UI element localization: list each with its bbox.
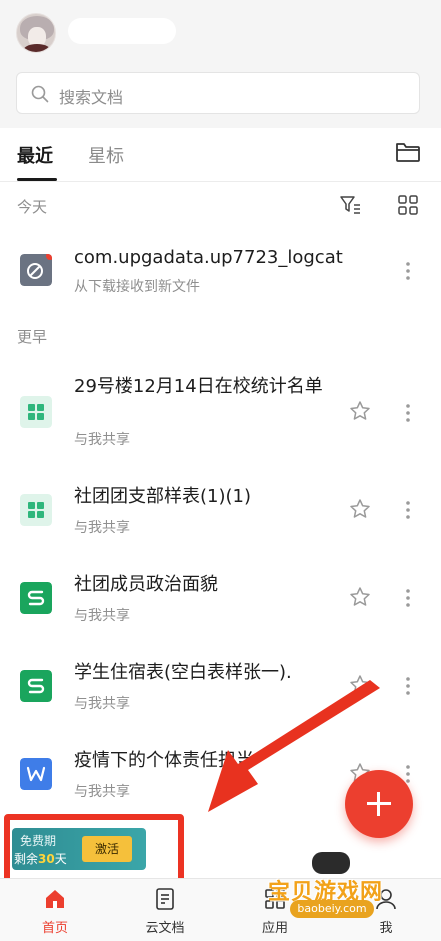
trial-remaining: 剩余30天	[14, 852, 67, 866]
home-icon	[46, 890, 64, 908]
username-redacted	[68, 18, 176, 44]
grid-view-icon[interactable]	[397, 194, 419, 216]
more-icon[interactable]	[402, 402, 414, 424]
word-doc-icon	[20, 758, 52, 790]
file-title: 29号楼12月14日在校统计名单	[74, 376, 323, 397]
star-icon[interactable]	[349, 586, 371, 608]
trial-label: 免费期	[20, 834, 57, 848]
tab-bar: 最近 星标	[0, 128, 441, 182]
file-title: 社团成员政治面貌	[74, 574, 218, 595]
spreadsheet-icon	[20, 582, 52, 614]
log-file-icon	[20, 254, 52, 286]
header: 搜索文档	[0, 0, 441, 128]
nav-home[interactable]: 首页	[0, 879, 110, 941]
file-subtitle: 与我共享	[74, 784, 130, 800]
search-placeholder: 搜索文档	[59, 88, 124, 107]
nav-cloud-docs[interactable]: 云文档	[110, 879, 220, 941]
nav-label: 云文档	[145, 921, 185, 936]
search-bar[interactable]: 搜索文档	[16, 72, 420, 114]
file-row[interactable]: 29号楼12月14日在校统计名单 与我共享	[0, 366, 441, 458]
site-watermark: 宝贝游戏网 baobeiy.com	[262, 848, 412, 928]
filter-icon[interactable]	[339, 194, 361, 216]
file-subtitle: 与我共享	[74, 696, 130, 712]
star-icon[interactable]	[349, 498, 371, 520]
trial-banner[interactable]: 免费期 剩余30天 激活	[12, 828, 146, 870]
tab-starred[interactable]: 星标	[88, 142, 124, 168]
create-button[interactable]	[345, 770, 413, 838]
file-row[interactable]: com.upgadata.up7723_logcat 从下载接收到新文件	[0, 226, 441, 314]
file-subtitle: 与我共享	[74, 520, 130, 536]
more-icon[interactable]	[402, 675, 414, 697]
avatar[interactable]	[16, 13, 56, 53]
nav-label: 首页	[41, 921, 68, 936]
file-subtitle: 与我共享	[74, 608, 130, 624]
tab-recent[interactable]: 最近	[17, 142, 53, 168]
star-icon[interactable]	[349, 674, 371, 696]
activate-button[interactable]: 激活	[82, 836, 132, 862]
file-title: 社团团支部样表(1)(1)	[74, 486, 251, 507]
spreadsheet-icon	[20, 670, 52, 702]
star-icon[interactable]	[349, 400, 371, 422]
more-icon[interactable]	[402, 499, 414, 521]
file-row[interactable]: 社团团支部样表(1)(1) 与我共享	[0, 466, 441, 554]
form-icon	[20, 396, 52, 428]
file-row[interactable]: 学生住宿表(空白表样张一). 与我共享	[0, 642, 441, 730]
file-subtitle: 从下载接收到新文件	[74, 279, 200, 295]
more-icon[interactable]	[402, 260, 414, 282]
section-today: 今天	[17, 198, 48, 216]
cloud-doc-icon	[156, 888, 174, 910]
folder-icon[interactable]	[395, 140, 421, 164]
file-title: 学生住宿表(空白表样张一).	[74, 662, 292, 683]
form-icon	[20, 494, 52, 526]
watermark-url: baobeiy.com	[290, 900, 374, 918]
section-earlier: 更早	[17, 328, 48, 346]
file-subtitle: 与我共享	[74, 432, 130, 448]
file-title: 疫情下的个体责任担当	[74, 750, 254, 771]
search-icon	[31, 85, 49, 103]
file-title: com.upgadata.up7723_logcat	[74, 247, 343, 268]
more-icon[interactable]	[402, 587, 414, 609]
gamepad-icon	[312, 852, 350, 874]
tab-indicator	[17, 178, 57, 181]
file-row[interactable]: 社团成员政治面貌 与我共享	[0, 554, 441, 642]
